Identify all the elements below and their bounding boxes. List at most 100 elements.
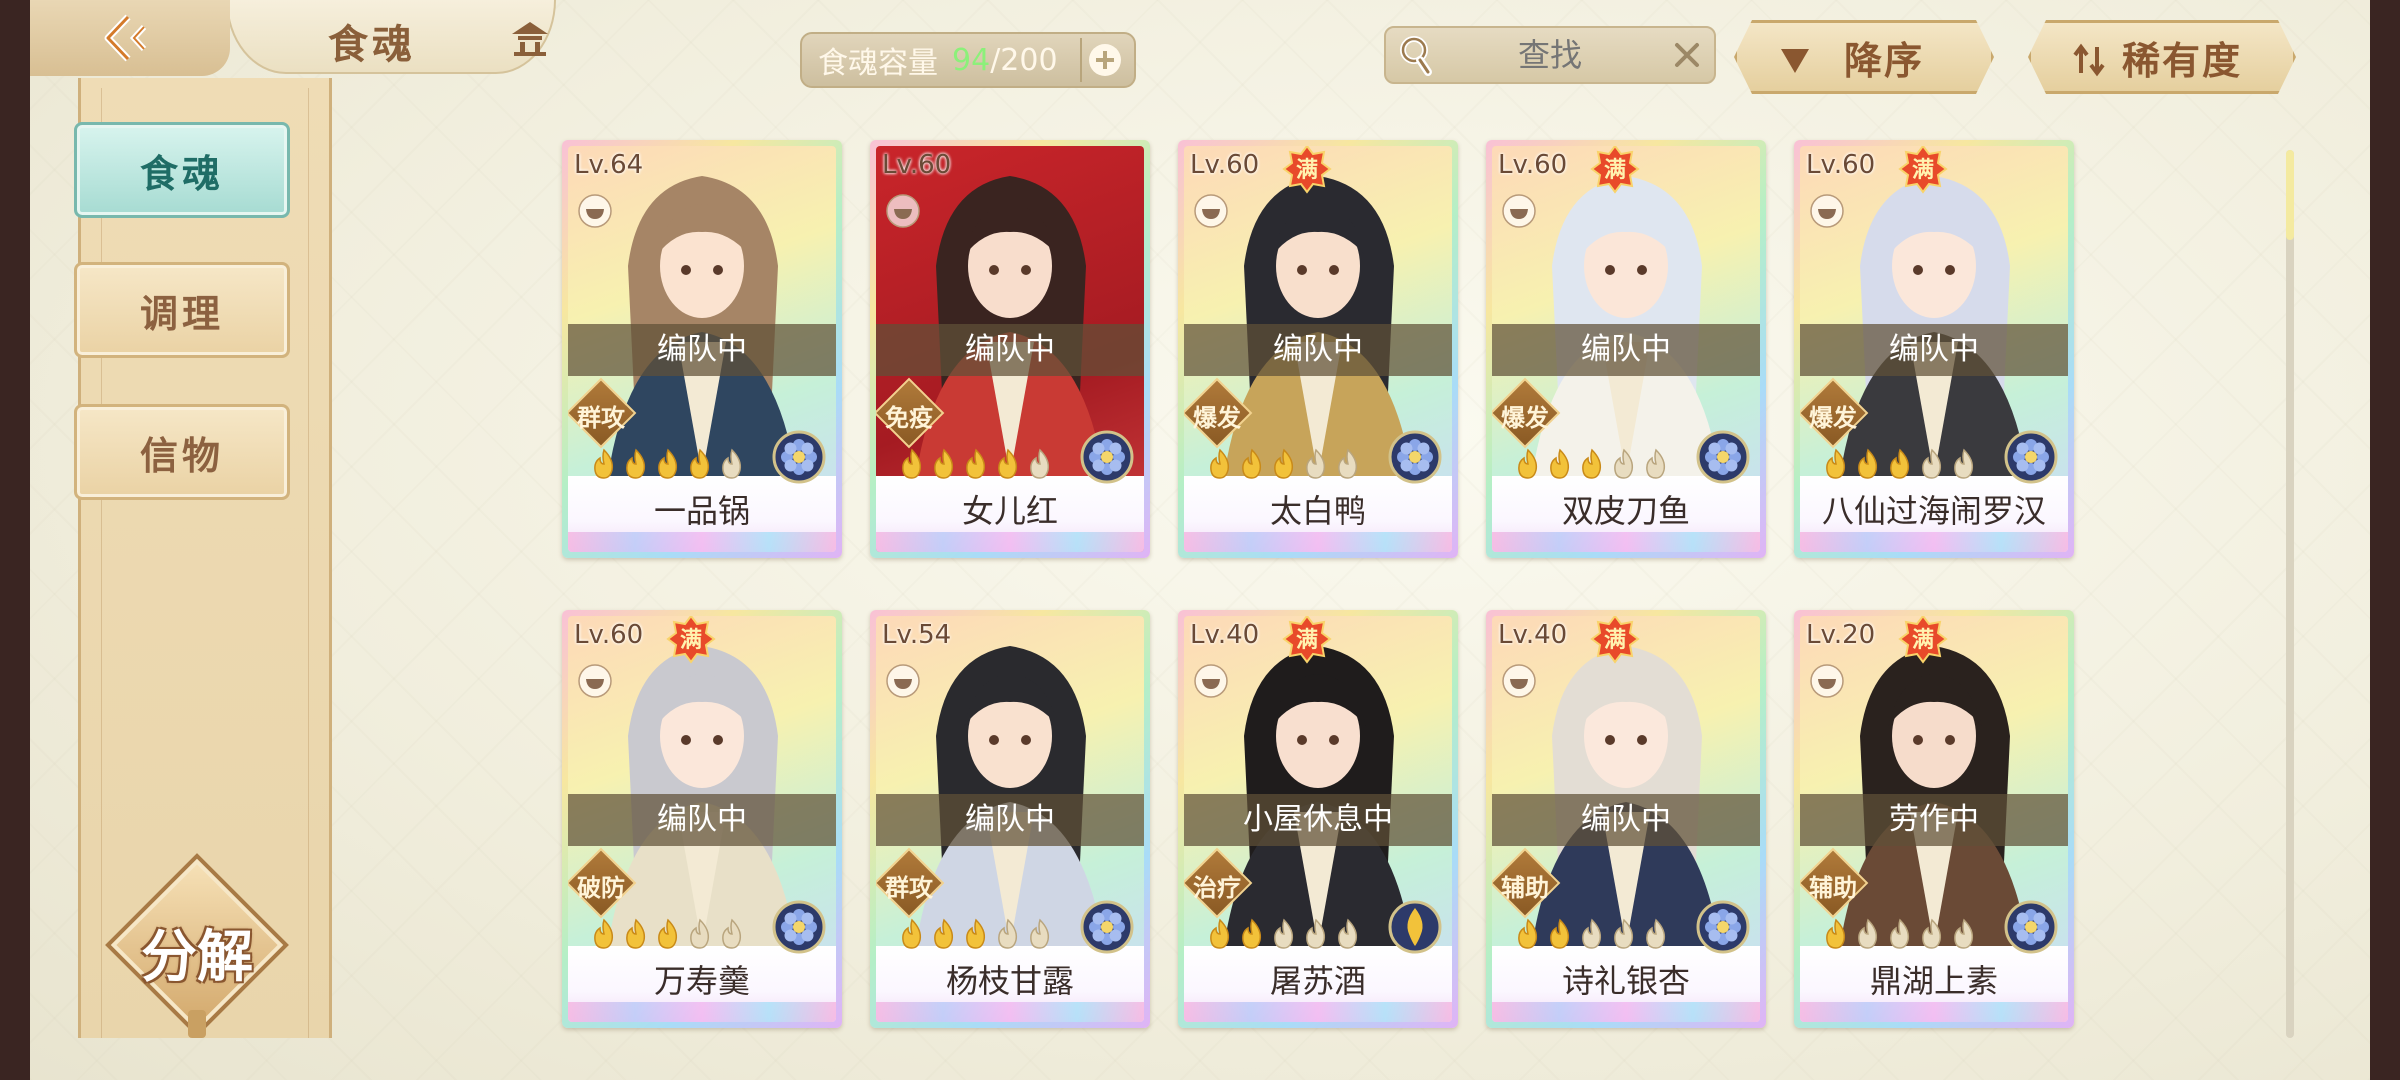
clear-search-icon[interactable] <box>1672 40 1702 70</box>
card-body: Lv.60 编队中 免疫 女儿红 <box>876 146 1144 552</box>
home-icon[interactable] <box>508 18 552 58</box>
star-flame-lit-icon <box>1210 918 1230 949</box>
card-name: 屠苏酒 <box>1269 962 1366 1000</box>
tab-food-souls[interactable]: 食魂 <box>74 122 290 218</box>
card-name: 一品锅 <box>653 492 750 530</box>
star-flames <box>898 918 1054 950</box>
bowl-icon <box>886 194 920 228</box>
food-soul-card-4[interactable]: Lv.60 满 编队中 爆发 双皮刀鱼 <box>1486 140 1766 558</box>
card-level: Lv.54 <box>882 620 952 650</box>
status-label: 编队中 <box>876 794 1144 846</box>
food-soul-card-7[interactable]: Lv.54 编队中 群攻 杨枝甘露 <box>870 610 1150 1028</box>
star-flame-empty-icon <box>1646 918 1666 949</box>
card-name-plate: 太白鸭 <box>1184 476 1452 552</box>
element-icon <box>2004 900 2058 954</box>
star-flame-lit-icon <box>1550 448 1570 479</box>
max-badge-icon: 满 <box>666 616 716 664</box>
status-label: 编队中 <box>1800 324 2068 376</box>
bowl-icon <box>1194 194 1228 228</box>
capacity-label: 食魂容量 <box>818 46 938 81</box>
capacity-current: 94 <box>952 42 991 78</box>
add-capacity-button[interactable] <box>1080 38 1128 82</box>
bowl-icon <box>1502 664 1536 698</box>
swap-sort-icon <box>2071 43 2107 77</box>
star-flame-empty-icon <box>1954 448 1974 479</box>
back-button[interactable] <box>30 0 230 76</box>
card-body: Lv.20 满 劳作中 辅助 鼎湖上素 <box>1800 616 2068 1022</box>
tab-tokens[interactable]: 信物 <box>74 404 290 500</box>
food-soul-card-8[interactable]: Lv.40 满 小屋休息中 治疗 屠苏酒 <box>1178 610 1458 1028</box>
card-name: 诗礼银杏 <box>1561 962 1690 1000</box>
star-flame-empty-icon <box>1030 448 1050 479</box>
bowl-icon <box>578 664 612 698</box>
card-level: Lv.60 <box>882 150 952 180</box>
food-soul-card-10[interactable]: Lv.20 满 劳作中 辅助 鼎湖上素 <box>1794 610 2074 1028</box>
star-flame-lit-icon <box>658 448 678 479</box>
sort-order-button[interactable]: 降序 <box>1734 20 1994 94</box>
star-flames <box>590 448 746 480</box>
bowl-icon <box>1502 194 1536 228</box>
food-soul-card-6[interactable]: Lv.60 满 编队中 破防 万寿羹 <box>562 610 842 1028</box>
max-badge-text: 满 <box>680 628 702 653</box>
scrollbar-thumb[interactable] <box>2286 150 2294 240</box>
max-badge-text: 满 <box>1604 158 1626 183</box>
star-flame-empty-icon <box>1890 918 1910 949</box>
star-flame-lit-icon <box>966 918 986 949</box>
role-tag-text: 爆发 <box>1809 404 1857 432</box>
role-tag-text: 爆发 <box>1193 404 1241 432</box>
card-level: Lv.20 <box>1806 620 1876 650</box>
star-flame-lit-icon <box>934 448 954 479</box>
card-body: Lv.60 满 编队中 爆发 <box>1492 146 1760 552</box>
status-label: 编队中 <box>1184 324 1452 376</box>
element-icon <box>1696 900 1750 954</box>
star-flame-empty-icon <box>690 918 710 949</box>
card-name-plate: 鼎湖上素 <box>1800 946 2068 1022</box>
title-tab: 食魂 <box>226 0 556 74</box>
element-icon <box>772 900 826 954</box>
page-title: 食魂 <box>328 21 416 68</box>
element-icon <box>1696 430 1750 484</box>
star-flame-lit-icon <box>1210 448 1230 479</box>
card-level: Lv.64 <box>574 150 644 180</box>
tab-seasoning[interactable]: 调理 <box>74 262 290 358</box>
element-icon <box>2004 430 2058 484</box>
star-flame-lit-icon <box>998 448 1018 479</box>
max-badge-text: 满 <box>1604 628 1626 653</box>
card-name: 女儿红 <box>961 492 1058 530</box>
card-name-plate: 杨枝甘露 <box>876 946 1144 1022</box>
star-flame-lit-icon <box>690 448 710 479</box>
tab-seasoning-label: 调理 <box>139 290 224 336</box>
star-flame-lit-icon <box>1550 918 1570 949</box>
sort-down-icon <box>1777 43 1813 77</box>
food-soul-card-5[interactable]: Lv.60 满 编队中 爆发 八仙过海闹罗汉 <box>1794 140 2074 558</box>
status-label: 小屋休息中 <box>1184 794 1452 846</box>
role-tag: 免疫 <box>876 376 946 450</box>
card-level: Lv.60 <box>1190 150 1260 180</box>
food-soul-card-2[interactable]: Lv.60 编队中 免疫 女儿红 <box>870 140 1150 558</box>
decompose-button[interactable]: 分解 <box>105 853 289 1038</box>
role-tag: 爆发 <box>1492 376 1562 450</box>
food-soul-card-1[interactable]: Lv.64 编队中 群攻 一品锅 <box>562 140 842 558</box>
max-badge-icon: 满 <box>1282 146 1332 194</box>
scrollbar-track[interactable] <box>2286 150 2294 1038</box>
food-soul-card-3[interactable]: Lv.60 满 编队中 爆发 太白鸭 <box>1178 140 1458 558</box>
star-flame-lit-icon <box>626 918 646 949</box>
star-flame-empty-icon <box>1338 918 1358 949</box>
card-name: 双皮刀鱼 <box>1561 492 1690 530</box>
search-input[interactable] <box>1460 36 1640 74</box>
star-flame-lit-icon <box>902 918 922 949</box>
max-badge-text: 满 <box>1912 158 1934 183</box>
role-tag-text: 群攻 <box>885 874 933 902</box>
status-label: 编队中 <box>568 794 836 846</box>
max-badge-text: 满 <box>1296 158 1318 183</box>
star-flames <box>1206 448 1362 480</box>
bowl-icon <box>1810 664 1844 698</box>
bowl-icon <box>1810 194 1844 228</box>
food-soul-card-9[interactable]: Lv.40 满 编队中 辅助 诗礼银杏 <box>1486 610 1766 1028</box>
status-label: 编队中 <box>1492 794 1760 846</box>
decompose-label: 分解 <box>141 924 253 990</box>
sort-field-button[interactable]: 稀有度 <box>2028 20 2296 94</box>
star-flames <box>1822 448 1978 480</box>
star-flame-lit-icon <box>966 448 986 479</box>
star-flame-empty-icon <box>722 918 742 949</box>
